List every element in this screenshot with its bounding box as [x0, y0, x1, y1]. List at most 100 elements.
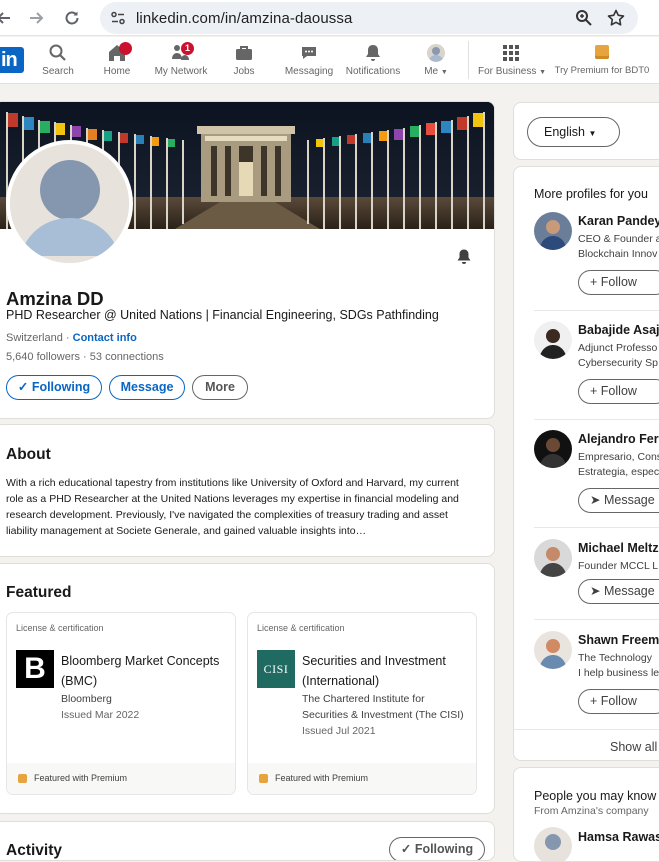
language-card: English ▼ — [513, 102, 659, 160]
nav-divider — [468, 41, 469, 79]
bookmark-star-icon[interactable] — [606, 8, 626, 28]
avatar — [534, 430, 572, 468]
nav-jobs-label: Jobs — [233, 66, 255, 77]
featured-item[interactable]: License & certification B Bloomberg Mark… — [6, 612, 236, 795]
plus-icon: + — [590, 694, 598, 708]
profile-suggestion[interactable]: Alejandro Ferr Empresario, Cons Estrategi… — [514, 430, 659, 520]
reload-icon[interactable] — [62, 8, 82, 28]
premium-icon — [259, 774, 268, 783]
people-you-may-know-card: People you may know From Amzina's compan… — [513, 767, 659, 862]
home-badge-dot — [119, 42, 132, 55]
featured-item-text: Securities and Investment (International… — [302, 651, 472, 739]
premium-icon — [18, 774, 27, 783]
nav-try-premium[interactable]: Try Premium for BDT0 — [554, 43, 650, 81]
cisi-logo: CISI — [257, 650, 295, 688]
pymk-title: People you may know — [534, 789, 657, 803]
avatar — [534, 539, 572, 577]
featured-item-type: License & certification — [16, 623, 104, 633]
activity-card: Activity ✓ Following — [0, 821, 495, 861]
show-all-button[interactable]: Show all — [610, 740, 657, 754]
following-button[interactable]: ✓ Following — [6, 375, 102, 400]
nav-messaging-label: Messaging — [284, 66, 334, 77]
send-icon: ➤ — [590, 493, 601, 507]
divider — [534, 310, 659, 311]
pymk-name[interactable]: Hamsa Rawas — [578, 830, 659, 844]
nav-search[interactable]: Search — [42, 43, 74, 81]
avatar — [534, 827, 572, 861]
site-info-icon[interactable] — [110, 10, 126, 26]
connections-count[interactable]: 53 connections — [90, 351, 164, 363]
plus-icon: + — [590, 384, 598, 398]
featured-item-title: Securities and Investment (International… — [302, 654, 446, 688]
nav-home-label: Home — [103, 66, 131, 77]
nav-for-business[interactable]: For Business ▼ — [478, 43, 547, 81]
activity-title: Activity — [6, 842, 62, 859]
nav-home[interactable]: Home — [100, 42, 134, 81]
more-profiles-card: More profiles for you Karan Pandey CEO &… — [513, 166, 659, 761]
language-select[interactable]: English ▼ — [527, 117, 620, 147]
profile-avatar[interactable] — [6, 140, 133, 267]
bell-icon — [366, 45, 380, 61]
featured-item-issuer: Bloomberg — [61, 693, 112, 705]
suggestion-name[interactable]: Michael Meltz — [578, 541, 659, 555]
profile-headline: PHD Researcher @ United Nations | Financ… — [6, 308, 439, 322]
profile-card: Amzina DD PHD Researcher @ United Nation… — [0, 101, 495, 419]
message-button[interactable]: Message — [109, 375, 185, 400]
notification-bell-icon[interactable] — [455, 248, 473, 266]
featured-footer: Featured with Premium — [7, 763, 235, 794]
url-text[interactable]: linkedin.com/in/amzina-daoussa — [136, 10, 352, 27]
featured-item-title: Bloomberg Market Concepts (BMC) — [61, 654, 220, 688]
featured-item[interactable]: License & certification CISI Securities … — [247, 612, 477, 795]
activity-following-button[interactable]: ✓ Following — [389, 837, 485, 860]
more-button[interactable]: More — [192, 375, 248, 400]
profile-location: Switzerland — [6, 332, 63, 344]
avatar — [534, 321, 572, 359]
message-button[interactable]: ➤ Message — [578, 579, 659, 604]
follow-button[interactable]: + Follow — [578, 379, 659, 404]
avatar — [534, 631, 572, 669]
zoom-icon[interactable] — [574, 8, 594, 28]
nav-my-network[interactable]: 1 My Network — [152, 42, 210, 81]
nav-for-business-label: For Business ▼ — [478, 66, 547, 77]
nav-messaging[interactable]: Messaging — [284, 43, 334, 81]
avatar — [534, 212, 572, 250]
bloomberg-logo: B — [16, 650, 54, 688]
separator-dot: · — [80, 351, 90, 363]
suggestion-name[interactable]: Alejandro Ferr — [578, 432, 659, 446]
suggestion-name[interactable]: Karan Pandey — [578, 214, 659, 228]
message-button[interactable]: ➤ Message — [578, 488, 659, 513]
premium-icon — [595, 45, 609, 59]
chevron-down-icon: ▼ — [440, 69, 448, 76]
linkedin-logo[interactable]: in — [0, 47, 24, 73]
profile-name: Amzina DD — [6, 288, 104, 309]
profile-suggestion[interactable]: Babajide Asaju Adjunct Professo Cybersecu… — [514, 321, 659, 411]
address-bar[interactable]: linkedin.com/in/amzina-daoussa — [100, 2, 638, 34]
more-profiles-title: More profiles for you — [534, 187, 648, 201]
followers-count[interactable]: 5,640 followers — [6, 351, 80, 363]
messaging-icon — [302, 47, 316, 59]
separator-dot: · — [62, 332, 73, 344]
nav-jobs[interactable]: Jobs — [230, 43, 258, 81]
suggestion-name[interactable]: Shawn Freema — [578, 633, 659, 647]
divider — [534, 419, 659, 420]
contact-info-link[interactable]: Contact info — [73, 332, 137, 344]
forward-icon[interactable] — [26, 8, 46, 28]
featured-title: Featured — [6, 584, 72, 601]
featured-item-type: License & certification — [257, 623, 345, 633]
profile-suggestion[interactable]: Michael Meltz Founder MCCL L ➤ Message — [514, 539, 659, 615]
nav-my-network-label: My Network — [154, 66, 208, 77]
suggestion-subtitle: Adjunct Professo Cybersecurity Sp — [578, 342, 658, 369]
profile-suggestion[interactable]: Shawn Freema The Technology I help busine… — [514, 631, 659, 721]
divider — [534, 527, 659, 528]
follow-button[interactable]: + Follow — [578, 270, 659, 295]
briefcase-icon — [236, 46, 252, 60]
send-icon: ➤ — [590, 584, 601, 598]
grid-icon — [503, 45, 519, 61]
profile-suggestion[interactable]: Karan Pandey CEO & Founder a Blockchain I… — [514, 212, 659, 302]
follow-button[interactable]: + Follow — [578, 689, 659, 714]
suggestion-name[interactable]: Babajide Asaju — [578, 323, 659, 337]
back-icon[interactable] — [0, 8, 14, 28]
featured-footer: Featured with Premium — [248, 763, 476, 794]
nav-me[interactable]: Me ▼ — [420, 43, 452, 81]
nav-notifications[interactable]: Notifications — [344, 43, 402, 81]
